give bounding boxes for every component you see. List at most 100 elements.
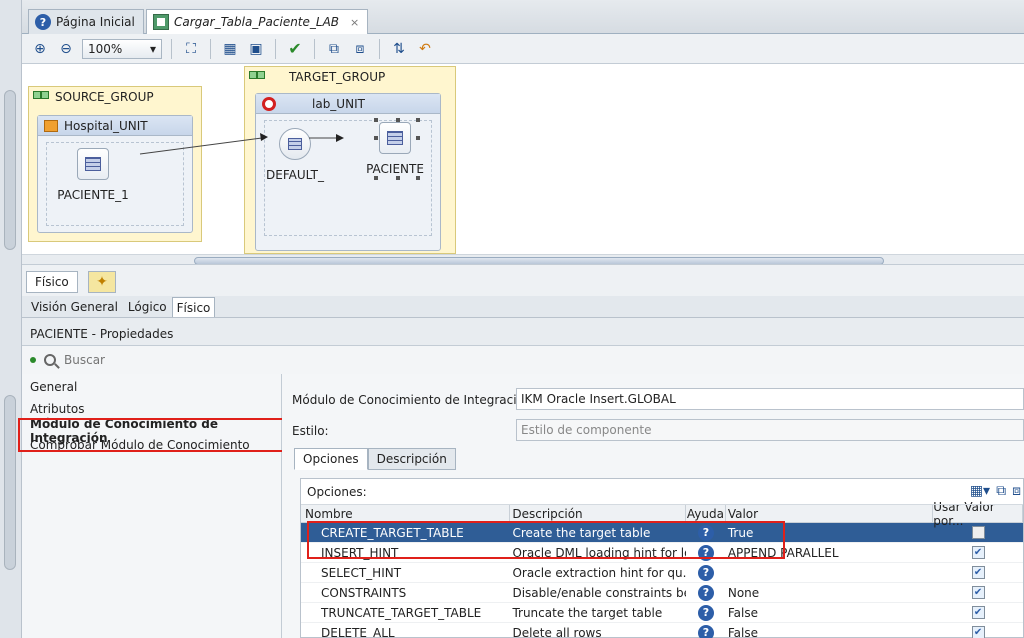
separator	[210, 38, 211, 59]
tab-descripcion[interactable]: Descripción	[367, 448, 456, 470]
ikm-label: Módulo de Conocimiento de Integración:	[292, 393, 536, 407]
options-sub-tabs: Opciones Descripción	[294, 448, 456, 470]
row-value[interactable]: None	[726, 586, 933, 600]
tab-cargar-tabla[interactable]: Cargar_Tabla_Paciente_LAB ×	[146, 9, 369, 34]
use-default-checkbox[interactable]: ✔	[971, 586, 985, 599]
col-label: Descripción	[512, 506, 583, 521]
search-input[interactable]	[64, 353, 264, 367]
col-descripcion[interactable]: Descripción	[510, 505, 686, 522]
editor-tab-bar: ? Página Inicial Cargar_Tabla_Paciente_L…	[22, 0, 1024, 34]
properties-search-row	[22, 346, 1024, 374]
col-valor[interactable]: Valor	[726, 505, 934, 522]
tab-fisico[interactable]: Físico	[171, 297, 216, 317]
tab-vision-general[interactable]: Visión General	[26, 297, 123, 317]
mapping-canvas[interactable]: SOURCE_GROUP Hospital_UNIT PACIENTE_1 TA…	[22, 64, 1024, 264]
table-row[interactable]: CONSTRAINTS Disable/enable constraints b…	[301, 583, 1023, 603]
ikm-select[interactable]: IKM Oracle Insert.GLOBAL	[516, 388, 1024, 410]
properties-main: Módulo de Conocimiento de Integración: I…	[282, 374, 1024, 638]
row-name: TRUNCATE_TARGET_TABLE	[321, 605, 482, 620]
left-gutter	[0, 0, 22, 638]
gutter-scrollbar-bottom[interactable]	[4, 395, 16, 570]
style-placeholder: Estilo de componente	[521, 423, 652, 437]
row-desc: Oracle extraction hint for qu...	[512, 565, 686, 580]
table-row[interactable]: SELECT_HINT Oracle extraction hint for q…	[301, 563, 1023, 583]
row-desc: Disable/enable constraints be...	[512, 585, 686, 600]
help-icon[interactable]: ?	[697, 624, 714, 638]
zoom-value: 100%	[88, 41, 123, 56]
new-physical-design-icon[interactable]: ✦	[88, 271, 116, 293]
editor-bottom-tabs: Físico ✦	[22, 264, 1024, 296]
scrollbar-thumb[interactable]	[194, 257, 884, 264]
table-row[interactable]: TRUNCATE_TARGET_TABLE Truncate the targe…	[301, 603, 1023, 623]
tab-opciones[interactable]: Opciones	[294, 448, 368, 470]
tab-logico[interactable]: Lógico	[123, 297, 172, 317]
deploy-icon[interactable]: ⇅	[389, 39, 409, 59]
zoom-select[interactable]: 100% ▾	[82, 38, 162, 59]
help-icon[interactable]: ?	[697, 564, 714, 581]
options-title: Opciones: ▦▾ ⧉ ⧈	[301, 479, 1023, 505]
properties-nav: General Atributos Módulo de Conocimiento…	[18, 374, 284, 638]
row-desc: Delete all rows	[512, 625, 602, 638]
nav-label: Atributos	[30, 402, 85, 416]
validate-check-icon[interactable]: ✔	[285, 39, 305, 59]
expand-all-icon[interactable]: ⧉	[996, 483, 1006, 499]
col-label: Nombre	[305, 506, 353, 521]
view-tabs: Visión General Lógico Físico	[22, 296, 1024, 318]
col-label: Ayuda	[686, 506, 724, 521]
table-row[interactable]: DELETE_ALL Delete all rows ? False ✔	[301, 623, 1023, 638]
separator	[275, 38, 276, 59]
close-icon[interactable]: ×	[350, 16, 359, 29]
separator	[171, 38, 172, 59]
highlight-box	[18, 418, 284, 452]
diagram-toolbar: ⊕ ⊖ 100% ▾ ⛶ ▦ ▣ ✔ ⧉ ⧈ ⇅ ↶	[22, 34, 1024, 64]
col-label: Valor	[727, 506, 759, 521]
use-default-checkbox[interactable]: ✔	[971, 546, 985, 559]
tab-pagina-inicial[interactable]: ? Página Inicial	[28, 9, 144, 34]
options-panel: Opciones: ▦▾ ⧉ ⧈ Nombre Descripción Ayud…	[300, 478, 1024, 638]
use-default-checkbox[interactable]: ✔	[971, 566, 985, 579]
layout-icon[interactable]: ▦	[220, 39, 240, 59]
canvas-horizontal-scrollbar[interactable]	[22, 254, 1024, 264]
highlight-box	[307, 521, 785, 559]
tab-label: Descripción	[376, 452, 447, 466]
separator	[314, 38, 315, 59]
use-default-checkbox[interactable]: ✔	[971, 606, 985, 619]
col-nombre[interactable]: Nombre	[301, 505, 511, 522]
columns-icon[interactable]: ▦▾	[970, 483, 990, 499]
row-name: SELECT_HINT	[321, 565, 402, 580]
zoom-in-icon[interactable]: ⊕	[30, 39, 50, 59]
ikm-value: IKM Oracle Insert.GLOBAL	[521, 392, 676, 406]
chevron-down-icon: ▾	[149, 41, 156, 56]
tab-label: Opciones	[303, 452, 359, 466]
tab-label: Visión General	[31, 300, 118, 314]
status-dot-icon	[30, 357, 36, 363]
help-icon[interactable]: ?	[697, 604, 714, 621]
row-name: CONSTRAINTS	[321, 585, 407, 600]
collapse-icon[interactable]: ⧈	[350, 39, 370, 59]
use-default-checkbox[interactable]: ✔	[971, 626, 985, 638]
undo-icon[interactable]: ↶	[415, 39, 435, 59]
connector-lines	[139, 133, 344, 155]
style-field[interactable]: Estilo de componente	[516, 419, 1024, 441]
properties-title: PACIENTE - Propiedades	[30, 326, 174, 341]
tab-label: Físico	[35, 275, 69, 289]
nav-item-general[interactable]: General	[22, 376, 281, 398]
zoom-out-icon[interactable]: ⊖	[56, 39, 76, 59]
fit-diagram-icon[interactable]: ⛶	[181, 39, 201, 59]
col-usar-valor[interactable]: Usar Valor por...	[933, 500, 1023, 528]
properties-icon[interactable]: ▣	[246, 39, 266, 59]
tab-label: Lógico	[127, 300, 167, 314]
separator	[379, 38, 380, 59]
nav-label: General	[30, 380, 78, 394]
col-ayuda[interactable]: Ayuda	[686, 505, 726, 522]
collapse-all-icon[interactable]: ⧈	[1012, 483, 1021, 499]
use-default-checkbox[interactable]	[971, 526, 985, 539]
help-icon[interactable]: ?	[697, 584, 714, 601]
expand-icon[interactable]: ⧉	[324, 39, 344, 59]
gutter-scrollbar-top[interactable]	[4, 90, 16, 250]
tab-label: Físico	[176, 300, 211, 315]
help-icon: ?	[35, 14, 51, 30]
row-value[interactable]: False	[726, 606, 933, 620]
tab-fisico-diagram[interactable]: Físico	[26, 271, 78, 293]
row-value[interactable]: False	[726, 626, 933, 638]
